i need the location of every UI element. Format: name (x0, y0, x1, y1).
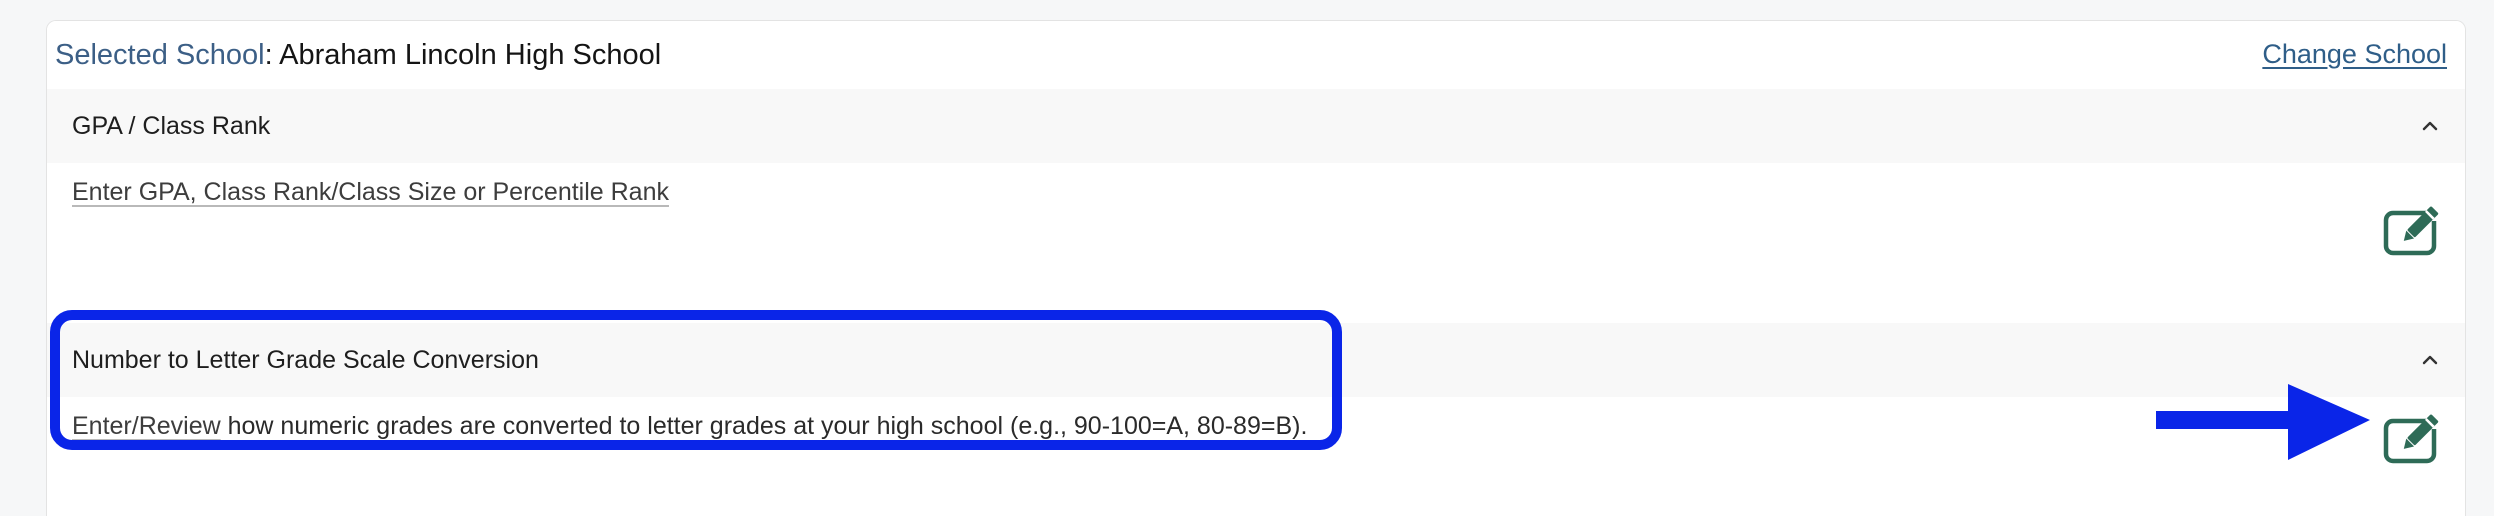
chevron-up-icon[interactable] (2421, 117, 2439, 135)
section-title: GPA / Class Rank (72, 112, 271, 140)
selected-school-colon: : (264, 39, 273, 71)
selected-school-label: Selected School: Abraham Lincoln High Sc… (55, 31, 661, 79)
edit-pencil-icon[interactable] (2383, 203, 2443, 257)
annotation-highlight-box (50, 310, 1342, 450)
chevron-up-icon[interactable] (2421, 351, 2439, 369)
selected-school-name: Abraham Lincoln High School (279, 39, 662, 71)
selected-school-caption: Selected School (55, 39, 265, 71)
change-school-link[interactable]: Change School (2262, 30, 2447, 78)
section-gpa-class-rank: GPA / Class Rank Enter GPA, Class Rank/C… (47, 89, 2465, 325)
annotation-arrow-icon (2156, 384, 2370, 460)
section-description: Enter GPA, Class Rank/Class Size or Perc… (72, 175, 669, 209)
edit-pencil-icon[interactable] (2383, 411, 2443, 465)
selected-school-header: Selected School: Abraham Lincoln High Sc… (47, 21, 2465, 91)
section-header[interactable]: GPA / Class Rank (47, 89, 2465, 163)
enter-gpa-link[interactable]: Enter GPA, Class Rank/Class Size or Perc… (72, 178, 669, 206)
section-body: Enter GPA, Class Rank/Class Size or Perc… (47, 163, 2465, 323)
